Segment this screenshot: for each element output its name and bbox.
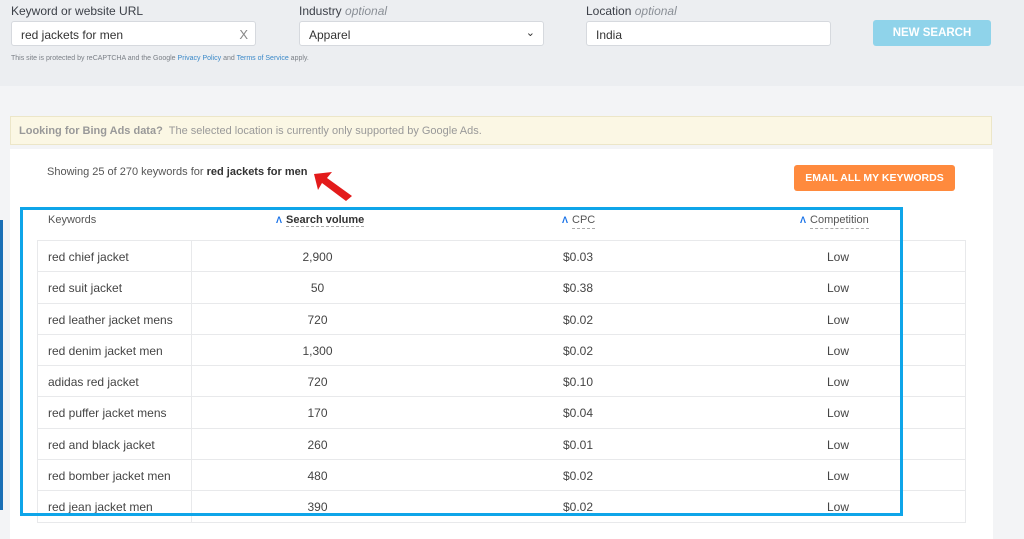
industry-label: Industry optional: [299, 4, 388, 18]
new-search-button[interactable]: NEW SEARCH: [873, 20, 991, 46]
results-summary: Showing 25 of 270 keywords for red jacke…: [47, 166, 308, 178]
red-arrow-annotation: [314, 172, 352, 201]
location-label: Location optional: [586, 4, 677, 18]
email-keywords-button[interactable]: EMAIL ALL MY KEYWORDS: [794, 165, 955, 191]
search-panel: Keyword or website URL red jackets for m…: [0, 0, 1024, 86]
recaptcha-note: This site is protected by reCAPTCHA and …: [11, 55, 309, 62]
chevron-down-icon: ⌄: [525, 27, 535, 39]
clear-icon[interactable]: X: [239, 27, 248, 42]
terms-link[interactable]: Terms of Service: [237, 55, 289, 62]
highlight-box-annotation: [20, 207, 903, 516]
location-input[interactable]: India: [586, 21, 831, 46]
bing-notice: Looking for Bing Ads data? The selected …: [10, 116, 992, 145]
privacy-link[interactable]: Privacy Policy: [178, 55, 222, 62]
keyword-label: Keyword or website URL: [11, 4, 144, 18]
side-tab[interactable]: [0, 220, 3, 510]
industry-select[interactable]: Apparel ⌄: [299, 21, 544, 46]
keyword-input[interactable]: red jackets for men X: [11, 21, 256, 46]
